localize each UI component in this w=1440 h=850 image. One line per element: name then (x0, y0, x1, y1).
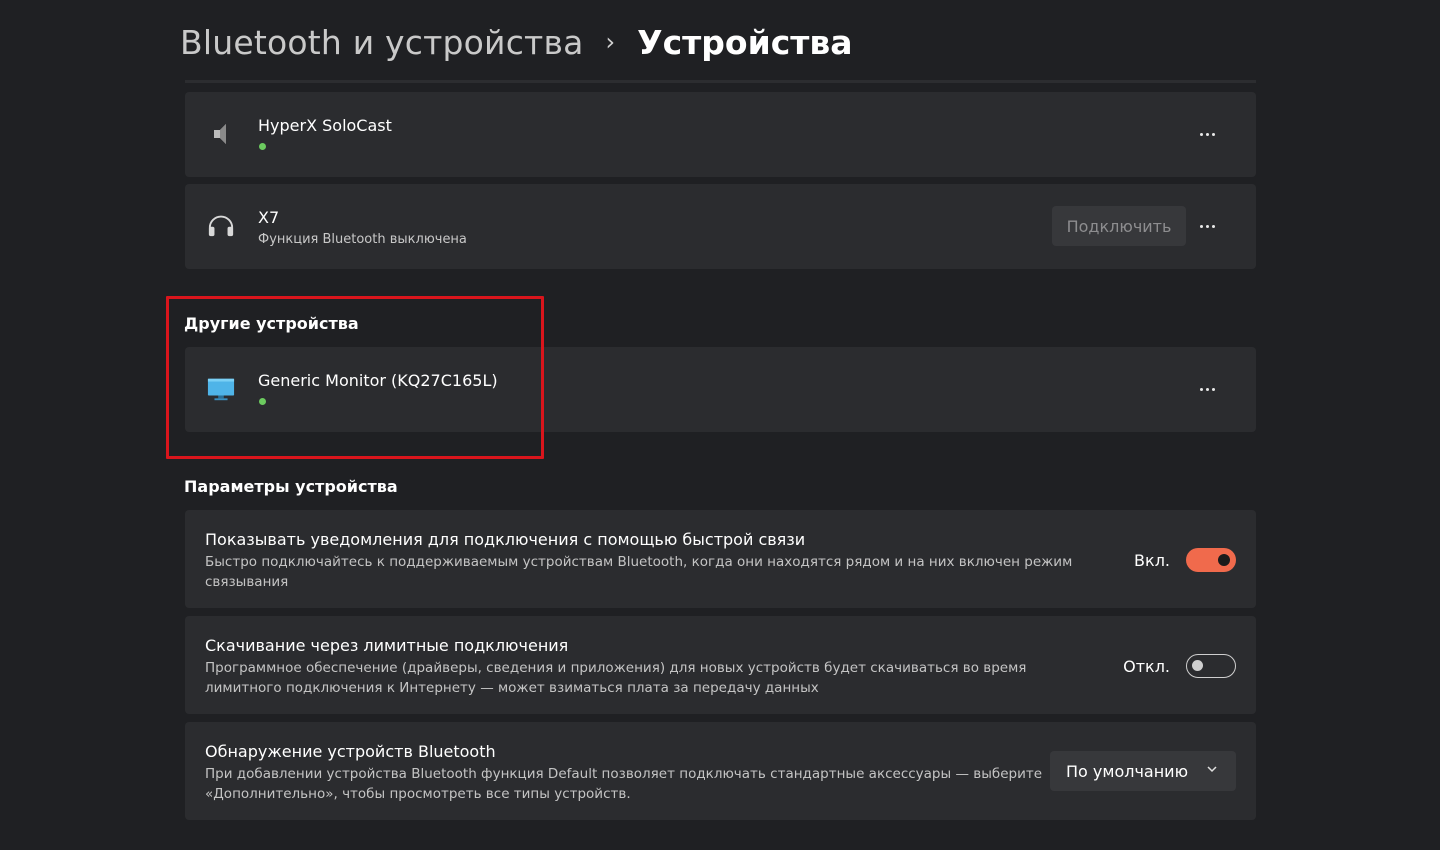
breadcrumb: Bluetooth и устройства › Устройства (180, 18, 853, 66)
connect-button[interactable]: Подключить (1052, 206, 1186, 246)
breadcrumb-separator-icon: › (605, 28, 616, 56)
device-status-text: Функция Bluetooth выключена (258, 232, 467, 247)
toggle-state-label: Вкл. (1134, 551, 1170, 570)
discovery-mode-dropdown[interactable]: По умолчанию (1050, 751, 1236, 791)
device-card-x7[interactable]: X7 Функция Bluetooth выключена Подключит… (185, 184, 1256, 269)
chevron-down-icon (1207, 766, 1217, 773)
setting-bluetooth-discovery: Обнаружение устройств Bluetooth При доба… (185, 722, 1256, 820)
setting-description: Быстро подключайтесь к поддерживаемым ус… (205, 554, 1073, 590)
headphones-icon (207, 210, 235, 238)
setting-title: Скачивание через лимитные подключения (205, 636, 569, 655)
speaker-icon (207, 120, 235, 148)
toggle-state-label: Откл. (1123, 657, 1170, 676)
device-card-hyperx[interactable]: HyperX SoloCast (185, 92, 1256, 177)
dropdown-value: По умолчанию (1066, 761, 1189, 781)
setting-metered-download: Скачивание через лимитные подключения Пр… (185, 616, 1256, 714)
swift-pair-toggle[interactable] (1186, 548, 1236, 572)
breadcrumb-parent-link[interactable]: Bluetooth и устройства (180, 23, 584, 62)
more-options-button[interactable] (1194, 216, 1220, 236)
setting-description: При добавлении устройства Bluetooth функ… (205, 766, 1043, 802)
setting-title: Показывать уведомления для подключения с… (205, 530, 806, 549)
setting-title: Обнаружение устройств Bluetooth (205, 742, 496, 761)
divider (185, 80, 1256, 83)
device-name: HyperX SoloCast (258, 116, 392, 135)
metered-download-toggle[interactable] (1186, 654, 1236, 678)
settings-page: Bluetooth и устройства › Устройства Hype… (0, 0, 1440, 850)
setting-swift-pair: Показывать уведомления для подключения с… (185, 510, 1256, 608)
device-settings-heading: Параметры устройства (184, 477, 398, 496)
device-name: X7 (258, 208, 280, 227)
setting-description: Программное обеспечение (драйверы, сведе… (205, 660, 1027, 696)
more-options-button[interactable] (1194, 379, 1220, 399)
more-options-button[interactable] (1194, 124, 1220, 144)
highlight-annotation (166, 296, 544, 459)
page-title: Устройства (637, 22, 853, 62)
connected-status-dot (259, 143, 266, 150)
